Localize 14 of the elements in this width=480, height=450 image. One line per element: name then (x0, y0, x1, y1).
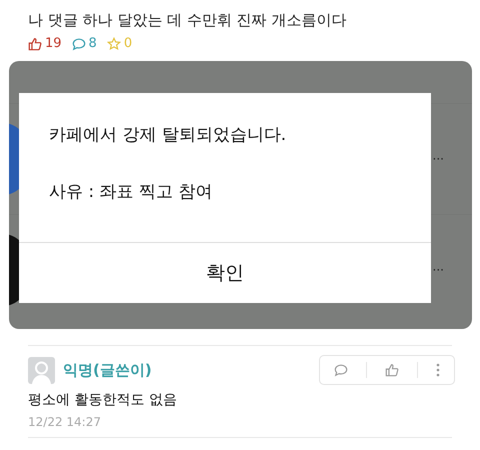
more-icon: ··· (432, 263, 444, 277)
stat-count: 0 (124, 36, 132, 51)
post-title: 나 댓글 하나 달았는 데 수만휘 진짜 개소름이다 (28, 10, 348, 31)
more-icon[interactable] (436, 363, 440, 377)
stat-count: 19 (45, 36, 62, 51)
stat-count: 8 (88, 36, 97, 51)
comment-text: 평소에 활동한적도 없음 (28, 391, 178, 409)
more-icon: ··· (432, 152, 444, 166)
comment-time: 12/22 14:27 (28, 415, 102, 431)
dialog-message: 카페에서 강제 탈퇴되었습니다. (49, 124, 288, 146)
reply-icon[interactable] (334, 363, 348, 377)
thumbs-up-icon[interactable] (385, 363, 399, 377)
dialog-reason: 사유 : 좌표 찍고 참여 (49, 181, 214, 203)
avatar-icon (28, 356, 55, 384)
